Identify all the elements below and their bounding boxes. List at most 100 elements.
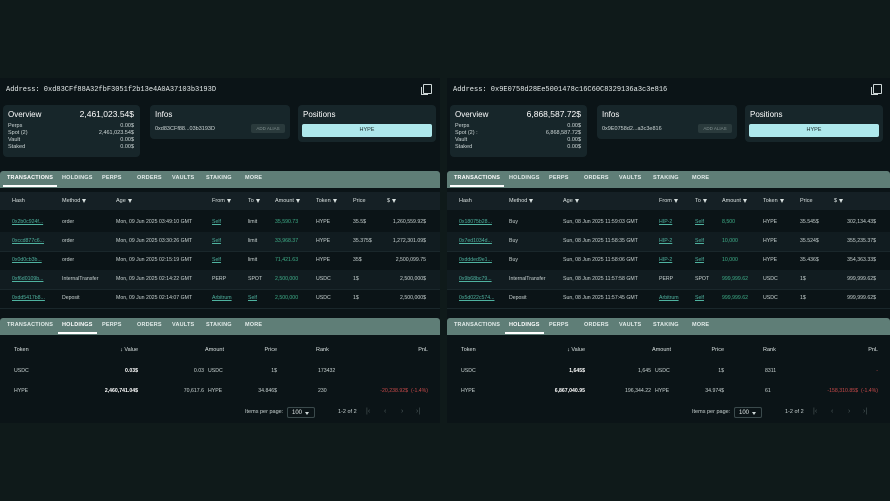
tx-hash-link[interactable]: 0x5d022c574... — [459, 295, 494, 301]
tab-vaults[interactable]: VAULTS — [172, 175, 194, 181]
tx-from[interactable]: Arbitrum — [659, 295, 679, 301]
items-per-page-select[interactable]: 100 — [734, 407, 762, 418]
tab-holdings[interactable]: HOLDINGS — [505, 322, 544, 334]
tab-more[interactable]: MORE — [245, 322, 262, 328]
tab-holdings[interactable]: HOLDINGS — [58, 322, 97, 334]
infos-card: Infos 0x9E0758d2...a3c3e816 ADD ALIAS — [597, 105, 737, 139]
prev-page-icon[interactable]: ‹ — [831, 408, 833, 415]
tab-transactions[interactable]: TRANSACTIONS — [2, 175, 58, 187]
wallet-address: Address: 0xd83CFf88A32fbF3051f2b13e4A0A3… — [6, 86, 217, 94]
column-header[interactable]: ↓ Value — [120, 347, 138, 353]
next-page-icon[interactable]: › — [401, 408, 403, 415]
tx-hash-link[interactable]: 0xdd5417b8... — [12, 295, 45, 301]
column-header[interactable]: ↓ Value — [567, 347, 585, 353]
tab-orders[interactable]: ORDERS — [584, 175, 609, 181]
filter-icon[interactable] — [742, 198, 747, 203]
first-page-icon[interactable]: |‹ — [366, 408, 370, 415]
infos-address: 0x9E0758d2...a3c3e816 — [602, 126, 662, 132]
tab-staking[interactable]: STAKING — [206, 322, 232, 328]
tx-hash-link[interactable]: 0x9b68bc79... — [459, 276, 492, 282]
filter-icon[interactable] — [127, 198, 132, 203]
add-alias-button[interactable]: ADD ALIAS — [251, 124, 285, 133]
tx-to: SPOT — [695, 276, 710, 282]
tx-from[interactable]: Self — [212, 219, 221, 225]
tx-from[interactable]: Self — [212, 257, 221, 263]
tx-from[interactable]: HIP-2 — [659, 257, 672, 263]
tx-hash-link[interactable]: 0xf6d0109b... — [12, 276, 43, 282]
tx-to[interactable]: Self — [695, 295, 704, 301]
overview-row-label: Staked — [8, 144, 26, 150]
overview-row: Staked 0.00$ — [8, 144, 134, 150]
tx-hash-link[interactable]: 0xddded9e1... — [459, 257, 492, 263]
filter-icon[interactable] — [332, 198, 337, 203]
tx-from[interactable]: HIP-2 — [659, 238, 672, 244]
tx-hash-link[interactable]: 0x18075b28... — [459, 219, 492, 225]
tab-orders[interactable]: ORDERS — [584, 322, 609, 328]
items-per-page-select[interactable]: 100 — [287, 407, 315, 418]
tab-vaults[interactable]: VAULTS — [172, 322, 194, 328]
first-page-icon[interactable]: |‹ — [813, 408, 817, 415]
tab-more[interactable]: MORE — [245, 175, 262, 181]
filter-icon[interactable] — [529, 198, 534, 203]
filter-icon[interactable] — [702, 198, 707, 203]
tab-transactions[interactable]: TRANSACTIONS — [7, 322, 53, 328]
filter-icon[interactable] — [392, 198, 397, 203]
tab-vaults[interactable]: VAULTS — [619, 322, 641, 328]
tab-staking[interactable]: STAKING — [653, 322, 679, 328]
tx-to[interactable]: Self — [248, 295, 257, 301]
column-header: Age — [116, 198, 132, 204]
overview-title: Overview — [8, 110, 42, 119]
add-alias-button[interactable]: ADD ALIAS — [698, 124, 732, 133]
tab-vaults[interactable]: VAULTS — [619, 175, 641, 181]
tx-to[interactable]: Self — [695, 219, 704, 225]
overview-total: 6,868,587.72$ — [526, 109, 581, 119]
copy-icon[interactable] — [421, 84, 432, 95]
copy-icon[interactable] — [871, 84, 882, 95]
tab-orders[interactable]: ORDERS — [137, 175, 162, 181]
filter-icon[interactable] — [673, 198, 678, 203]
tab-transactions[interactable]: TRANSACTIONS — [449, 175, 505, 187]
tx-hash-link[interactable]: 0x7ed1034d... — [459, 238, 492, 244]
tx-hash-link[interactable]: 0x0d0cb3b... — [12, 257, 42, 263]
tx-to[interactable]: Self — [695, 257, 704, 263]
filter-icon[interactable] — [82, 198, 87, 203]
tab-perps[interactable]: PERPS — [102, 175, 122, 181]
position-hype-button[interactable]: HYPE — [749, 124, 879, 137]
position-hype-button[interactable]: HYPE — [302, 124, 432, 137]
tab-orders[interactable]: ORDERS — [137, 322, 162, 328]
tx-to[interactable]: Self — [695, 238, 704, 244]
tab-perps[interactable]: PERPS — [549, 322, 569, 328]
filter-icon[interactable] — [226, 198, 231, 203]
tx-from[interactable]: HIP-2 — [659, 219, 672, 225]
table-row: 0x7ed1034d... Buy Sun, 08 Jun 2025 11:58:3… — [447, 232, 890, 252]
tab-perps[interactable]: PERPS — [549, 175, 569, 181]
column-header: Method — [62, 198, 87, 204]
filter-icon[interactable] — [779, 198, 784, 203]
prev-page-icon[interactable]: ‹ — [384, 408, 386, 415]
tx-usd-value: 2,500,000$ — [400, 276, 426, 282]
tab-holdings[interactable]: HOLDINGS — [509, 175, 540, 181]
tx-from[interactable]: Arbitrum — [212, 295, 232, 301]
column-header: From — [212, 198, 231, 204]
tx-hash-link[interactable]: 0xccd877c6... — [12, 238, 44, 244]
filter-icon[interactable] — [295, 198, 300, 203]
overview-row: Vault 0.00$ — [455, 137, 581, 143]
tx-from[interactable]: Self — [212, 238, 221, 244]
tx-hash-link[interactable]: 0x2b0c924f... — [12, 219, 43, 225]
tab-staking[interactable]: STAKING — [653, 175, 679, 181]
filter-icon[interactable] — [839, 198, 844, 203]
tab-staking[interactable]: STAKING — [206, 175, 232, 181]
last-page-icon[interactable]: ›| — [416, 408, 420, 415]
tab-more[interactable]: MORE — [692, 175, 709, 181]
tab-perps[interactable]: PERPS — [102, 322, 122, 328]
table-row: USDC 1,645$ 1,645 USDC 1$ 8311 - — [447, 362, 890, 381]
tab-transactions[interactable]: TRANSACTIONS — [454, 322, 500, 328]
filter-icon[interactable] — [255, 198, 260, 203]
tab-more[interactable]: MORE — [692, 322, 709, 328]
last-page-icon[interactable]: ›| — [863, 408, 867, 415]
overview-row: Staked 0.00$ — [455, 144, 581, 150]
tab-holdings[interactable]: HOLDINGS — [62, 175, 93, 181]
next-page-icon[interactable]: › — [848, 408, 850, 415]
filter-icon[interactable] — [574, 198, 579, 203]
holding-value: 0.03$ — [125, 368, 138, 374]
